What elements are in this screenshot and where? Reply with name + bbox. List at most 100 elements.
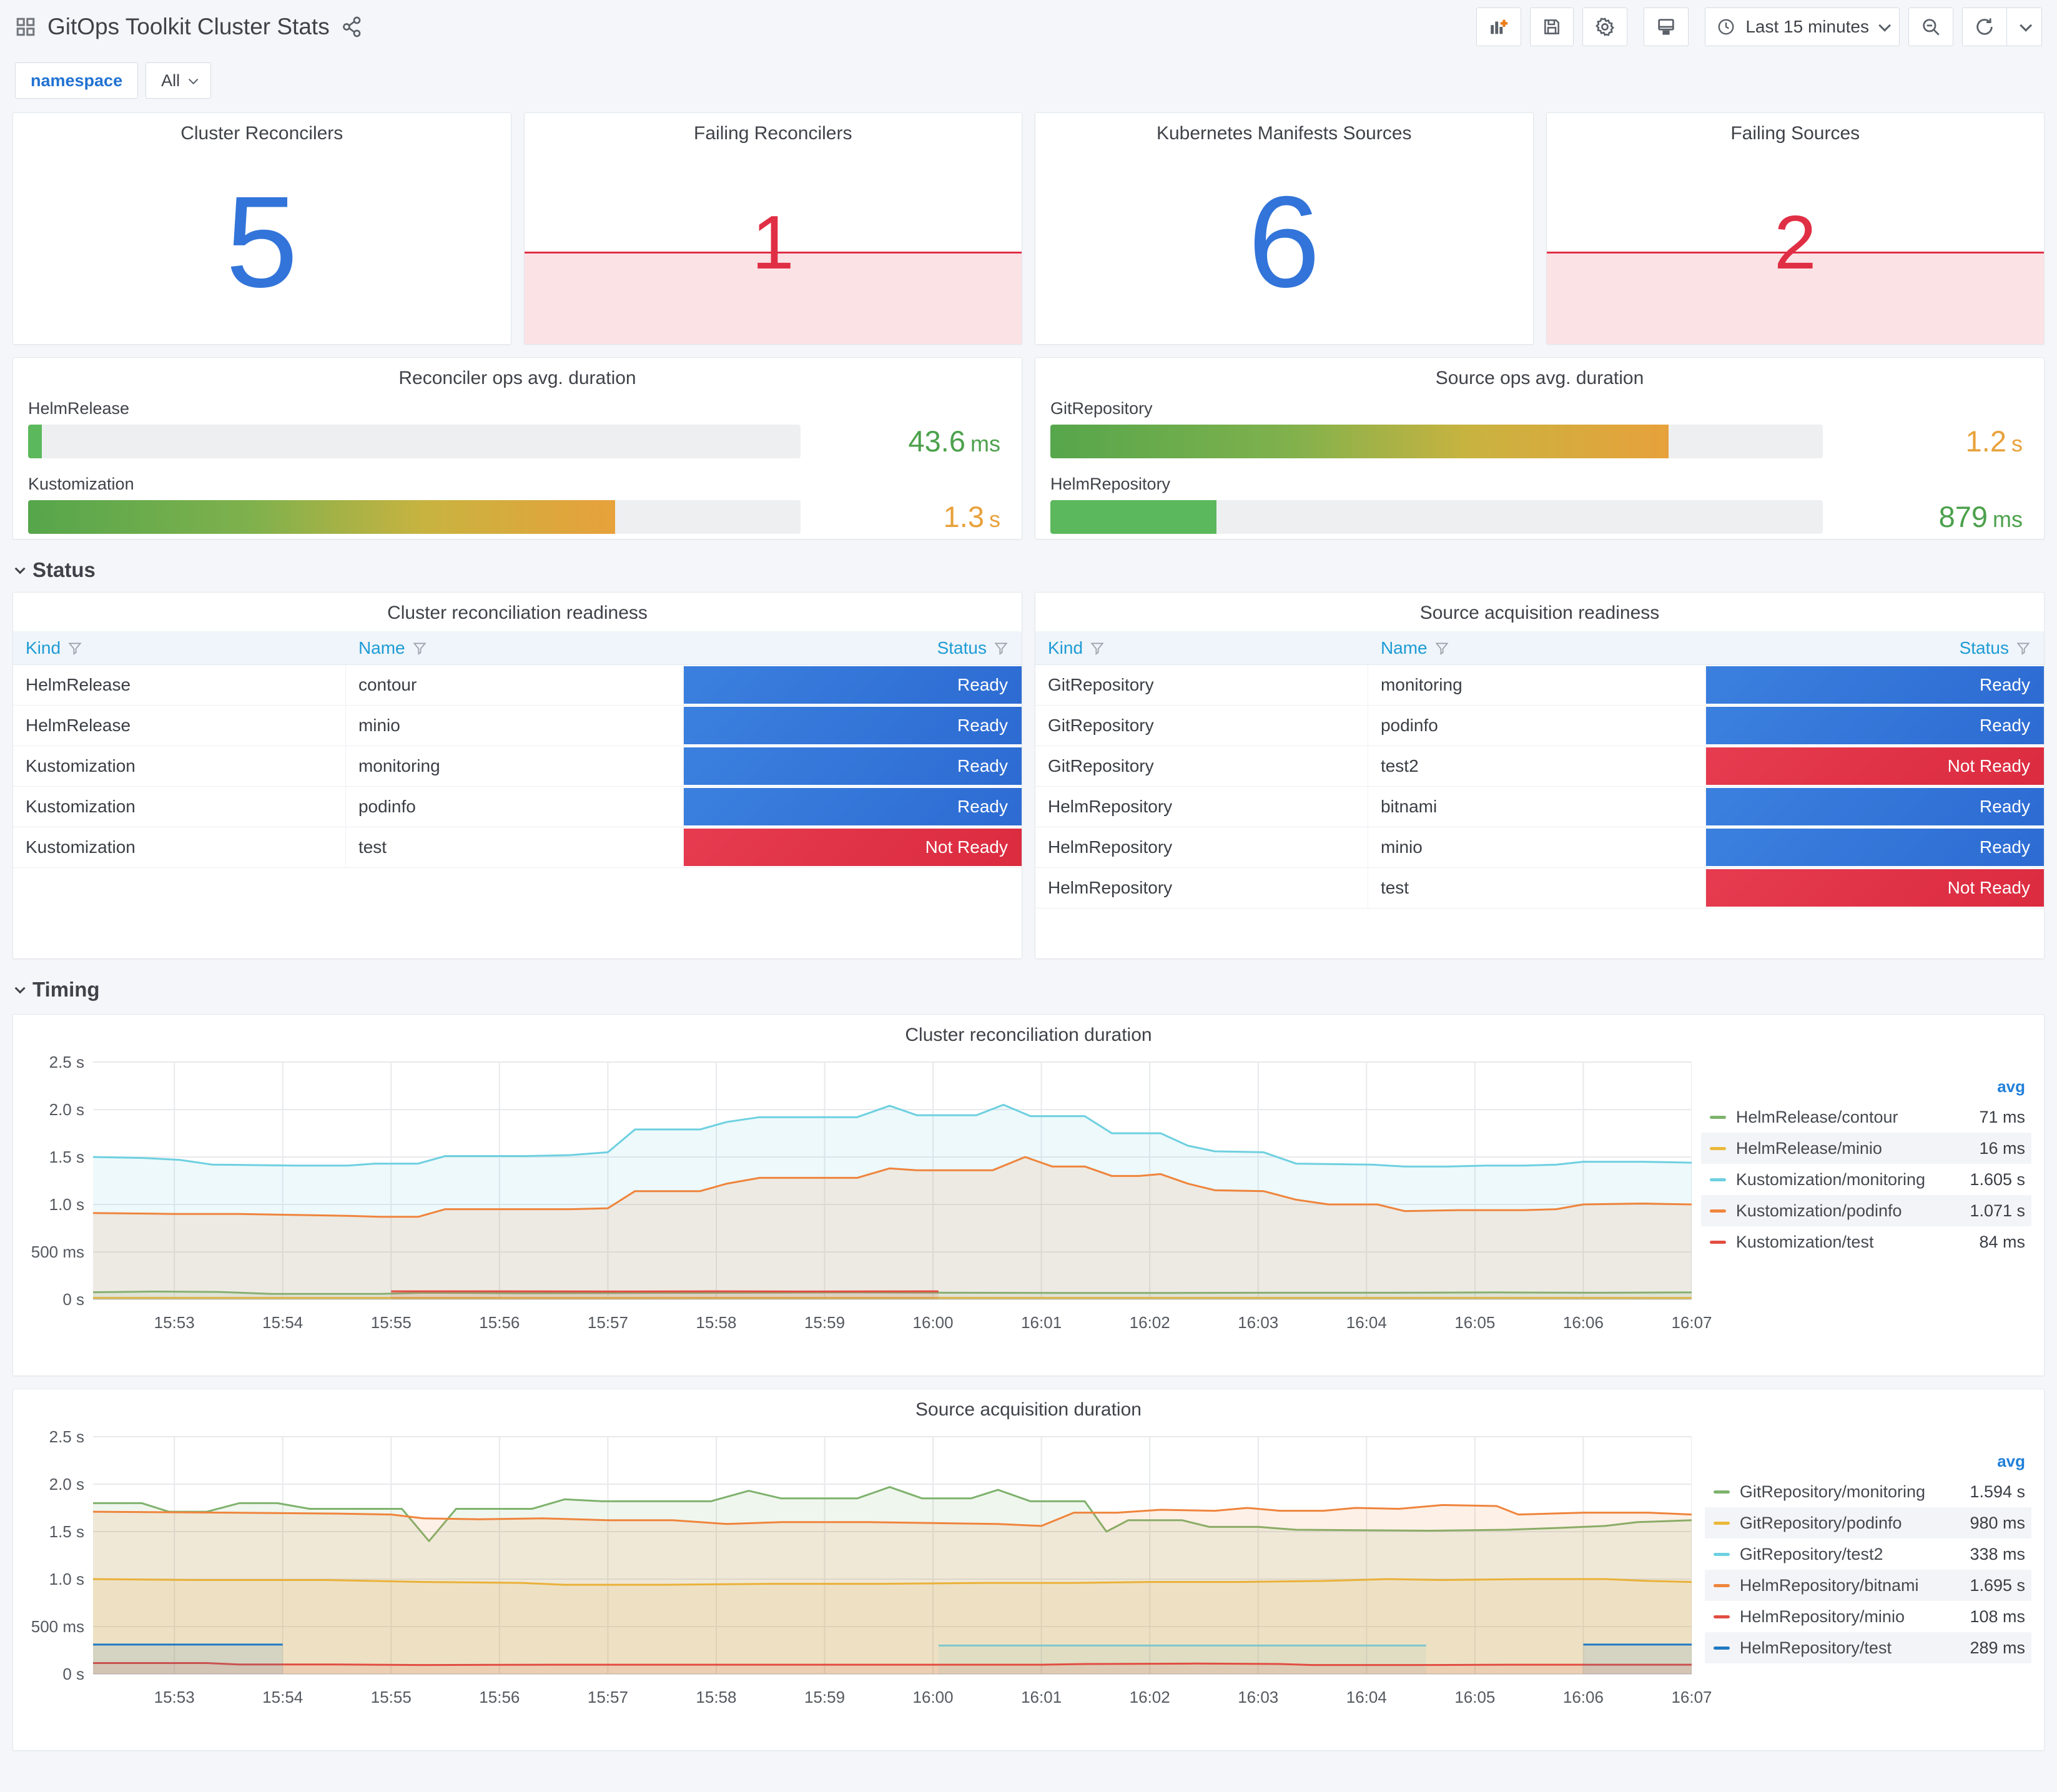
time-series-plot[interactable] [93, 1052, 1692, 1306]
filter-icon[interactable] [412, 640, 428, 656]
cell-name: minio [346, 706, 684, 746]
legend-avg-header[interactable]: avg [1705, 1449, 2031, 1476]
legend-row: Kustomization/test 84 ms [1701, 1226, 2031, 1258]
legend-avg-value: 71 ms [1979, 1107, 2025, 1126]
bargauge-panel-source-ops: Source ops avg. duration GitRepository 1.… [1035, 357, 2045, 539]
column-header-kind[interactable]: Kind [1035, 638, 1368, 658]
legend-series-name[interactable]: HelmRelease/contour [1736, 1108, 1925, 1127]
panel-title[interactable]: Cluster reconciliation duration [13, 1015, 2044, 1050]
variable-namespace-value-dropdown[interactable]: All [146, 62, 212, 99]
legend-series-name[interactable]: Kustomization/test [1736, 1233, 1925, 1252]
legend-series-name[interactable]: HelmRepository/minio [1740, 1607, 1925, 1627]
chevron-down-icon [2019, 19, 2032, 32]
column-header-status[interactable]: Status [684, 638, 1022, 658]
y-axis-tick: 500 ms [31, 1243, 84, 1261]
legend-series-marker-icon [1713, 1490, 1730, 1494]
x-axis-tick: 15:57 [587, 1313, 628, 1332]
bargauge-panel-reconciler-ops: Reconciler ops avg. duration HelmRelease… [12, 357, 1022, 539]
legend-series-name[interactable]: GitRepository/test2 [1740, 1545, 1925, 1564]
panel-title[interactable]: Source acquisition duration [13, 1389, 2044, 1424]
filter-icon[interactable] [67, 640, 83, 656]
section-header-timing[interactable]: Timing [14, 978, 2042, 1002]
stat-panel-kubernetes-manifests-sources: Kubernetes Manifests Sources 6 [1035, 112, 1534, 345]
table-row: GitRepository test2 Not Ready [1035, 746, 2044, 787]
column-header-kind[interactable]: Kind [13, 638, 346, 658]
time-series-plot[interactable] [93, 1427, 1692, 1680]
section-header-status[interactable]: Status [14, 558, 2042, 582]
legend-row: GitRepository/podinfo 980 ms [1704, 1507, 2031, 1538]
filter-icon[interactable] [2015, 640, 2031, 656]
variables-row: namespace All [12, 49, 2045, 104]
chevron-down-icon [14, 563, 26, 574]
legend-series-name[interactable]: Kustomization/monitoring [1736, 1170, 1925, 1189]
legend-series-name[interactable]: HelmRepository/bitnami [1740, 1576, 1925, 1595]
column-header-name[interactable]: Name [346, 638, 684, 658]
gauge-row: GitRepository 1.2 s [1050, 399, 2029, 458]
refresh-button[interactable] [1962, 7, 2007, 46]
column-header-name[interactable]: Name [1368, 638, 1706, 658]
legend-series-marker-icon [1709, 1240, 1726, 1244]
save-dashboard-button[interactable] [1530, 7, 1574, 46]
gauges-row: Reconciler ops avg. duration HelmRelease… [12, 357, 2045, 539]
filter-icon[interactable] [1434, 640, 1450, 656]
cell-kind: GitRepository [1035, 746, 1368, 786]
toolbar: Last 15 minutes [1476, 7, 2042, 46]
table-panel-source-acquisition-readiness: Source acquisition readiness Kind Name Sta… [1035, 592, 2045, 959]
time-range-picker[interactable]: Last 15 minutes [1705, 7, 1900, 46]
legend-avg-header[interactable]: avg [1701, 1075, 2031, 1101]
panel-title[interactable]: Reconciler ops avg. duration [13, 358, 1022, 393]
cell-kind: HelmRepository [1035, 827, 1368, 867]
panel-title[interactable]: Source acquisition readiness [1035, 593, 2044, 628]
legend-row: HelmRepository/bitnami 1.695 s [1704, 1570, 2031, 1601]
filter-icon[interactable] [993, 640, 1009, 656]
status-badge: Not Ready [1705, 869, 2044, 907]
variable-namespace-label[interactable]: namespace [15, 62, 139, 99]
time-range-label: Last 15 minutes [1745, 17, 1869, 36]
panel-title[interactable]: Failing Sources [1547, 113, 2045, 148]
status-badge: Ready [683, 707, 1022, 744]
x-axis-tick: 16:03 [1238, 1313, 1279, 1332]
gauge-rows: HelmRelease 43.6 ms Kustomization 1.3 s [13, 393, 1022, 534]
panel-title[interactable]: Cluster reconciliation readiness [13, 593, 1022, 628]
dashboard-header: GitOps Toolkit Cluster Stats Last 15 min… [12, 0, 2045, 49]
gauge-value: 879 ms [1938, 500, 2023, 533]
status-badge: Ready [1705, 788, 2044, 825]
x-axis-tick: 16:04 [1346, 1313, 1387, 1332]
zoom-out-button[interactable] [1908, 7, 1953, 46]
x-axis-tick: 15:59 [804, 1313, 846, 1332]
cell-name: bitnami [1368, 787, 1706, 827]
table-row: HelmRepository test Not Ready [1035, 868, 2044, 908]
panel-title[interactable]: Cluster Reconcilers [13, 113, 511, 148]
x-axis-tick: 15:57 [587, 1688, 628, 1706]
legend-row: HelmRelease/minio 16 ms [1700, 1133, 2031, 1164]
x-axis-tick: 16:03 [1238, 1688, 1279, 1706]
legend-series-name[interactable]: HelmRelease/minio [1736, 1139, 1925, 1158]
status-badge: Ready [1705, 707, 2044, 744]
x-axis-tick: 16:02 [1129, 1688, 1170, 1706]
x-axis-tick: 16:07 [1671, 1313, 1712, 1332]
x-axis-tick: 15:55 [370, 1313, 412, 1332]
legend-series-name[interactable]: GitRepository/monitoring [1740, 1482, 1925, 1502]
panel-title[interactable]: Kubernetes Manifests Sources [1035, 113, 1533, 148]
dashboard-grid-icon[interactable] [15, 16, 36, 37]
legend-series-name[interactable]: GitRepository/podinfo [1740, 1514, 1925, 1533]
status-badge: Ready [1705, 829, 2044, 866]
share-icon[interactable] [341, 16, 363, 38]
panel-title[interactable]: Source ops avg. duration [1035, 358, 2044, 393]
legend-row: Kustomization/monitoring 1.605 s [1701, 1164, 2031, 1195]
filter-icon[interactable] [1089, 640, 1105, 656]
cell-status: Ready [1705, 787, 2044, 827]
panel-title[interactable]: Failing Reconcilers [525, 113, 1022, 148]
table-row: GitRepository podinfo Ready [1035, 706, 2044, 746]
cell-status: Ready [683, 665, 1022, 705]
gauge-label: Kustomization [28, 475, 134, 493]
add-panel-button[interactable] [1476, 7, 1522, 46]
legend-series-name[interactable]: Kustomization/podinfo [1736, 1201, 1925, 1221]
cycle-view-button[interactable] [1644, 7, 1689, 46]
refresh-interval-button[interactable] [2007, 7, 2042, 46]
settings-button[interactable] [1582, 7, 1628, 46]
legend-series-name[interactable]: HelmRepository/test [1740, 1638, 1925, 1658]
column-header-status[interactable]: Status [1706, 638, 2044, 658]
cell-kind: HelmRepository [1035, 868, 1368, 908]
stat-panel-cluster-reconcilers: Cluster Reconcilers 5 [12, 112, 511, 345]
